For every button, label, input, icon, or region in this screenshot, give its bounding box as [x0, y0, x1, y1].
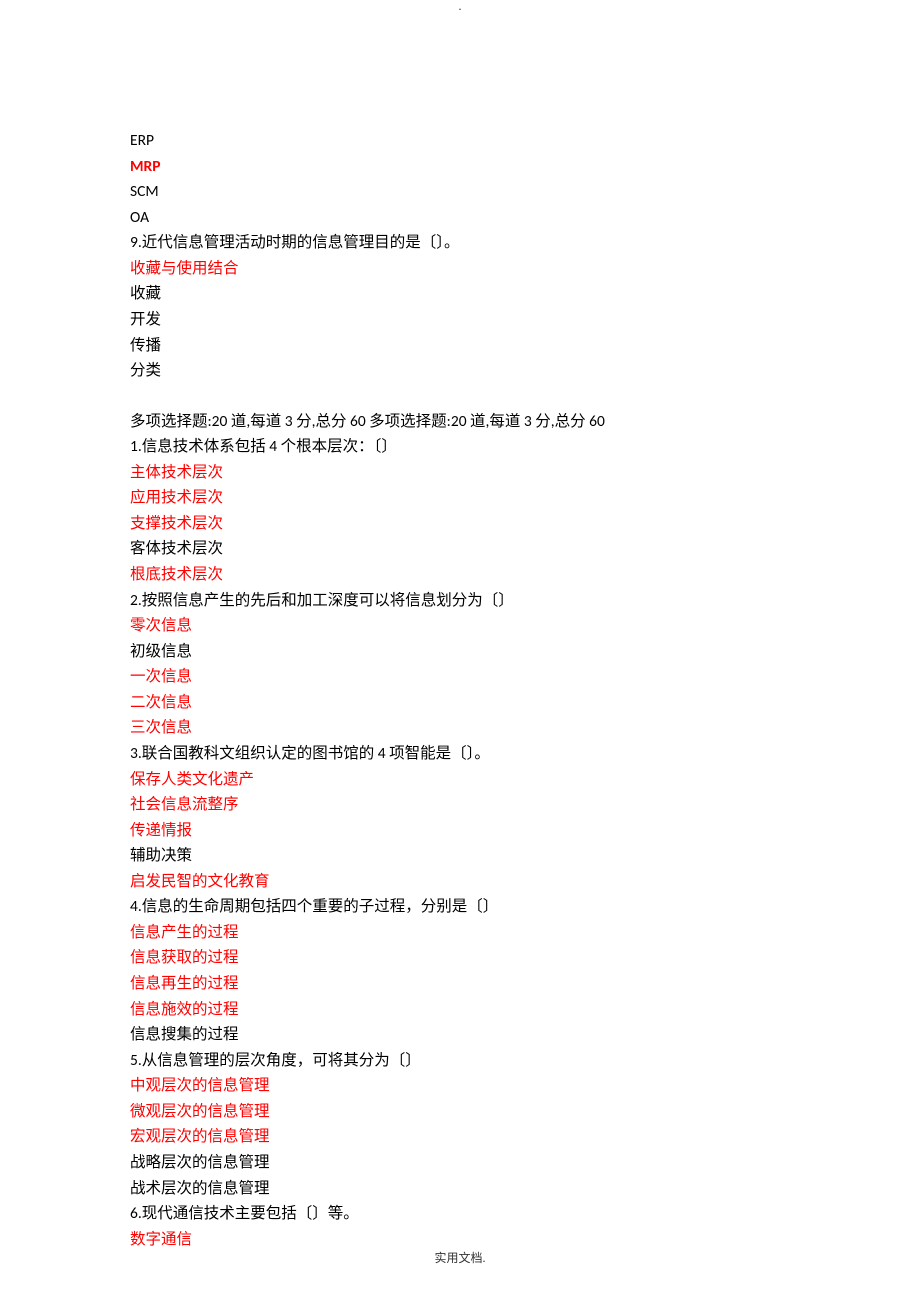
text-line: 信息搜集的过程 — [130, 1022, 790, 1048]
answer-option-correct: MRP — [130, 154, 790, 180]
answer-option-correct: 传递情报 — [130, 818, 790, 844]
text-line: 6.现代通信技术主要包括〔〕等。 — [130, 1201, 790, 1227]
text-line: 战术层次的信息管理 — [130, 1176, 790, 1202]
text-line: 9.近代信息管理活动时期的信息管理目的是〔〕。 — [130, 230, 790, 256]
answer-option-correct: 二次信息 — [130, 690, 790, 716]
text-line: 辅助决策 — [130, 843, 790, 869]
answer-option-correct: 中观层次的信息管理 — [130, 1073, 790, 1099]
text-line: 3.联合国教科文组织认定的图书馆的 4 项智能是〔〕。 — [130, 741, 790, 767]
answer-option-correct: 根底技术层次 — [130, 562, 790, 588]
answer-option-correct: 启发民智的文化教育 — [130, 869, 790, 895]
page-footer: 实用文档. — [0, 1249, 920, 1266]
answer-option-correct: 宏观层次的信息管理 — [130, 1124, 790, 1150]
answer-option-correct: 信息产生的过程 — [130, 920, 790, 946]
text-line: 初级信息 — [130, 639, 790, 665]
text-line: 开发 — [130, 307, 790, 333]
answer-option-correct: 微观层次的信息管理 — [130, 1099, 790, 1125]
answer-option-correct: 主体技术层次 — [130, 460, 790, 486]
text-line: 1.信息技术体系包括 4 个根本层次：〔〕 — [130, 434, 790, 460]
blank-line — [130, 384, 790, 409]
answer-option-correct: 信息再生的过程 — [130, 971, 790, 997]
answer-option-correct: 收藏与使用结合 — [130, 256, 790, 282]
answer-option-correct: 社会信息流整序 — [130, 792, 790, 818]
text-line: SCM — [130, 179, 790, 205]
text-line: OA — [130, 205, 790, 231]
answer-option-correct: 信息获取的过程 — [130, 945, 790, 971]
text-line: 多项选择题:20 道,每道 3 分,总分 60 多项选择题:20 道,每道 3 … — [130, 409, 790, 435]
text-line: 收藏 — [130, 281, 790, 307]
document-body: ERPMRPSCMOA9.近代信息管理活动时期的信息管理目的是〔〕。收藏与使用结… — [0, 18, 920, 1252]
text-line: ERP — [130, 128, 790, 154]
answer-option-correct: 支撑技术层次 — [130, 511, 790, 537]
text-line: 4.信息的生命周期包括四个重要的子过程，分别是〔〕 — [130, 894, 790, 920]
answer-option-correct: 三次信息 — [130, 715, 790, 741]
text-line: 2.按照信息产生的先后和加工深度可以将信息划分为〔〕 — [130, 588, 790, 614]
text-line: 传播 — [130, 333, 790, 359]
page-header-dot: . — [0, 0, 920, 14]
answer-option-correct: 一次信息 — [130, 664, 790, 690]
text-line: 客体技术层次 — [130, 536, 790, 562]
text-line: 分类 — [130, 358, 790, 384]
text-line: 5.从信息管理的层次角度，可将其分为〔〕 — [130, 1048, 790, 1074]
answer-option-correct: 应用技术层次 — [130, 485, 790, 511]
answer-option-correct: 信息施效的过程 — [130, 997, 790, 1023]
answer-option-correct: 零次信息 — [130, 613, 790, 639]
text-line: 战略层次的信息管理 — [130, 1150, 790, 1176]
answer-option-correct: 保存人类文化遗产 — [130, 767, 790, 793]
